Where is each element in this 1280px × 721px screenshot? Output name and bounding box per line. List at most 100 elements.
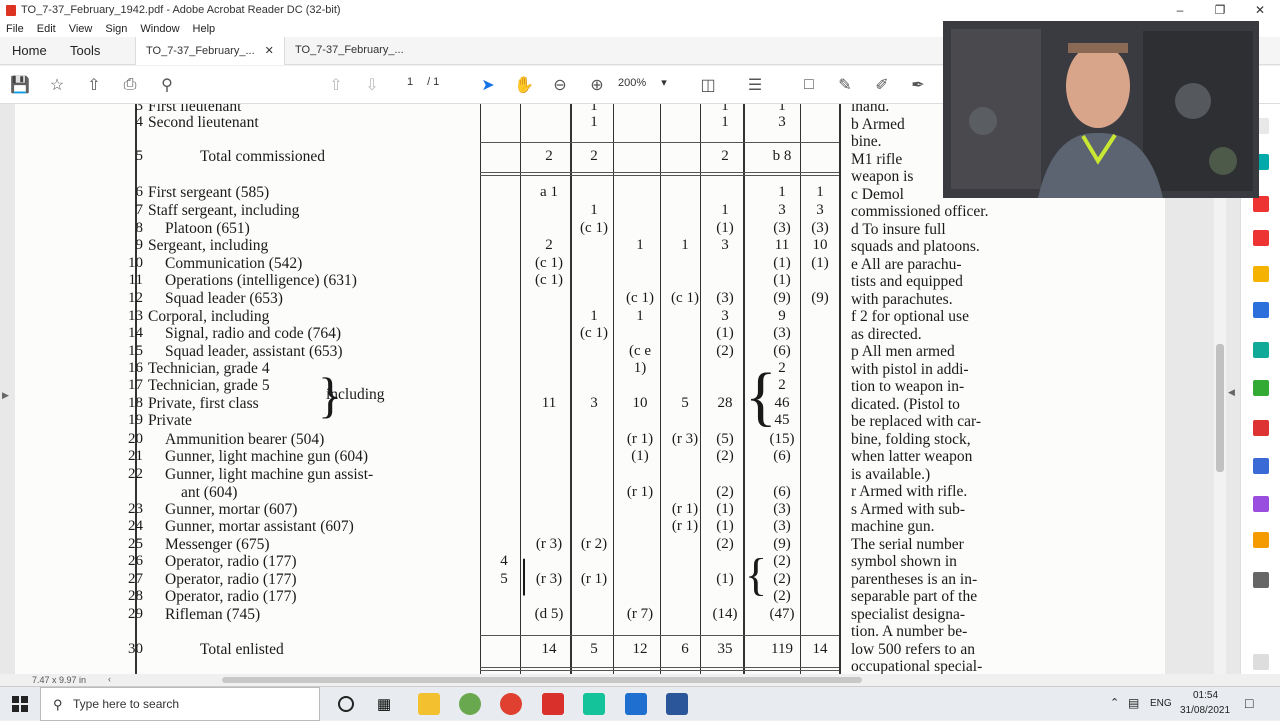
table-rule [570, 104, 572, 674]
compress-icon[interactable] [1253, 380, 1269, 396]
chrome-icon[interactable] [500, 693, 522, 715]
more-tools-icon[interactable] [1253, 572, 1269, 588]
minimize-button[interactable]: – [1160, 0, 1200, 20]
edit-pdf-icon[interactable] [1253, 420, 1269, 436]
table-cell: 6 [681, 641, 689, 657]
webcam-presenter-image [943, 21, 1259, 198]
footnote-line: b Armed [851, 115, 905, 133]
page-indicator[interactable]: 1 / 1 [396, 76, 439, 88]
notifications-icon[interactable]: □ [1245, 695, 1253, 711]
clock-time[interactable]: 01:54 [1193, 690, 1218, 701]
previous-page-icon[interactable]: ⇧ [326, 75, 346, 95]
table-cell: 12 [632, 641, 648, 657]
menu-sign[interactable]: Sign [105, 23, 127, 35]
comment-icon[interactable]: □ [799, 75, 819, 95]
cortana-icon[interactable] [338, 696, 354, 712]
row-label: Squad leader, assistant (653) [165, 343, 343, 360]
footnote-line: squads and platoons. [851, 238, 980, 255]
taskbar-search-box[interactable]: ⚲ Type here to search [40, 687, 320, 721]
fill-and-sign-icon[interactable] [1253, 496, 1269, 512]
restore-button[interactable]: ❐ [1200, 0, 1240, 20]
menu-window[interactable]: Window [140, 23, 179, 35]
protect-icon[interactable] [1253, 458, 1269, 474]
row-number: 5 [135, 148, 144, 164]
row-label: Gunner, light machine gun assist- [165, 466, 374, 483]
find-icon[interactable]: ⚲ [157, 75, 177, 95]
comment-tool-icon[interactable] [1253, 266, 1269, 282]
language-indicator[interactable]: ENG [1150, 698, 1172, 709]
next-page-icon[interactable]: ⇩ [362, 75, 382, 95]
scrolling-mode-icon[interactable]: ☰ [745, 75, 765, 95]
windows-start-icon[interactable] [12, 696, 28, 712]
zoom-value: 200% [618, 77, 647, 89]
row-label: Total enlisted [200, 641, 284, 658]
page-number-input[interactable]: 1 [396, 76, 424, 88]
row-number: 25 [128, 536, 143, 552]
create-pdf-icon[interactable] [1253, 230, 1269, 246]
table-cell: (1) [716, 501, 734, 517]
table-cell: (9) [811, 290, 829, 306]
organize-pages-icon[interactable] [1253, 342, 1269, 358]
row-label: Total commissioned [200, 148, 326, 165]
tab-document-active[interactable]: TO_7-37_February_... ✕ [135, 37, 285, 65]
draw-icon[interactable]: ✐ [872, 75, 892, 95]
expand-left-panel-icon[interactable]: ▶ [2, 390, 9, 401]
tab-home[interactable]: Home [12, 43, 47, 58]
save-icon[interactable]: 💾 [10, 75, 30, 95]
bookmark-star-icon[interactable]: ☆ [47, 75, 67, 95]
close-window-button[interactable]: ✕ [1240, 0, 1280, 20]
export-pdf-icon[interactable] [1253, 196, 1269, 212]
select-cursor-icon[interactable]: ➤ [478, 75, 498, 95]
table-cell: 10 [812, 237, 828, 253]
table-cell: 3 [778, 114, 786, 130]
menu-view[interactable]: View [69, 23, 93, 35]
print-icon[interactable]: ⎙ [120, 75, 140, 95]
fill-sign-icon[interactable]: ✒ [908, 75, 928, 95]
tab-document-2[interactable]: TO_7-37_February_... [285, 37, 414, 65]
highlight-pen-icon[interactable]: ✎ [835, 75, 855, 95]
zoom-dropdown[interactable]: 200% ▾ [618, 76, 667, 89]
file-explorer-icon[interactable] [418, 693, 440, 715]
table-cell: (3) [811, 220, 829, 236]
menu-file[interactable]: File [6, 23, 24, 35]
table-cell: 2 [545, 237, 553, 253]
table-cell: 11 [541, 395, 557, 411]
clock-date[interactable]: 31/08/2021 [1180, 705, 1230, 716]
hand-tool-icon[interactable]: ✋ [514, 75, 534, 95]
camera-app-icon[interactable] [583, 693, 605, 715]
table-cell: 1 [636, 308, 644, 324]
tab-tools[interactable]: Tools [70, 43, 100, 58]
combine-files-icon[interactable] [1253, 302, 1269, 318]
scroll-left-icon[interactable]: ‹ [108, 674, 111, 684]
app-icon[interactable] [459, 693, 481, 715]
menu-edit[interactable]: Edit [37, 23, 56, 35]
row-number: 13 [128, 308, 143, 324]
horizontal-scroll-thumb[interactable] [222, 677, 862, 683]
table-cell: (2) [773, 588, 791, 604]
cloud-upload-icon[interactable]: ⇧ [84, 75, 104, 95]
windows-taskbar: ⚲ Type here to search ▦ ⌃ ▤ ENG 01:54 31… [0, 686, 1280, 721]
collapse-right-panel-icon[interactable]: ◀ [1228, 387, 1235, 398]
acrobat-taskbar-icon[interactable] [542, 693, 564, 715]
table-cell: (c 1) [580, 220, 608, 236]
tray-overflow-icon[interactable]: ⌃ [1110, 696, 1119, 709]
row-number: 20 [128, 431, 143, 447]
row-label: ant (604) [181, 484, 238, 501]
vertical-scroll-thumb[interactable] [1216, 344, 1224, 472]
menu-help[interactable]: Help [193, 23, 216, 35]
tab-document-2-label: TO_7-37_February_... [295, 44, 404, 56]
search-placeholder: Type here to search [73, 697, 180, 711]
page-fit-icon[interactable]: ◫ [698, 75, 718, 95]
footnote-line: is available.) [851, 465, 931, 483]
row-label: Ammunition bearer (504) [165, 431, 325, 448]
word-icon[interactable] [666, 693, 688, 715]
task-view-icon[interactable]: ▦ [377, 695, 391, 713]
collapse-rail-icon[interactable] [1253, 654, 1269, 670]
close-tab-icon[interactable]: ✕ [265, 45, 274, 57]
photos-icon[interactable] [625, 693, 647, 715]
table-cell: (2) [773, 553, 791, 569]
network-icon[interactable]: ▤ [1128, 696, 1139, 710]
send-for-signature-icon[interactable] [1253, 532, 1269, 548]
zoom-in-icon[interactable]: ⊕ [587, 75, 607, 95]
zoom-out-icon[interactable]: ⊖ [550, 75, 570, 95]
